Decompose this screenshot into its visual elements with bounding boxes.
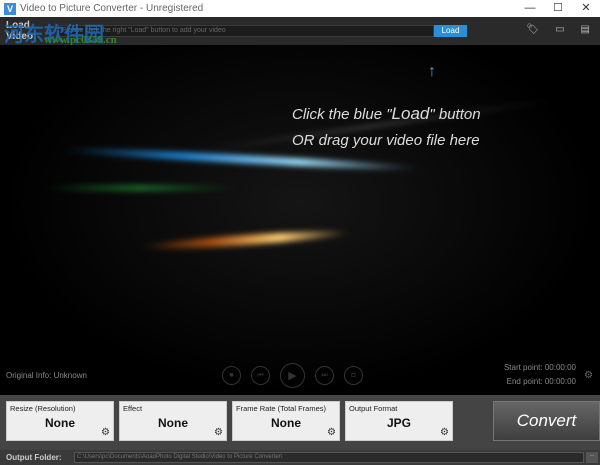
load-button[interactable]: Load [434, 25, 467, 37]
effect-setting[interactable]: Effect None ⚙ [119, 401, 227, 441]
close-button[interactable]: ✕ [572, 0, 600, 17]
next-button[interactable]: ⏭ [315, 366, 334, 385]
maximize-button[interactable]: ☐ [544, 0, 572, 17]
tag-icon[interactable]: 🏷 [526, 24, 539, 35]
snapshot-button[interactable]: ◘ [344, 366, 363, 385]
gear-icon[interactable]: ⚙ [327, 427, 336, 438]
previous-button[interactable]: ⏮ [251, 366, 270, 385]
gear-icon[interactable]: ⚙ [101, 427, 110, 438]
output-format-setting[interactable]: Output Format JPG ⚙ [345, 401, 453, 441]
stop-button[interactable]: ■ [222, 366, 241, 385]
title-bar: V Video to Picture Converter - Unregiste… [0, 0, 600, 17]
output-folder-input[interactable]: C:\Users\pc\Documents\AoaoPhoto Digital … [74, 452, 584, 463]
resize-setting[interactable]: Resize (Resolution) None ⚙ [6, 401, 114, 441]
output-folder-bar: Output Folder: C:\Users\pc\Documents\Aoa… [0, 450, 600, 465]
drop-hint: Click the blue "Load" button OR drag you… [292, 104, 481, 149]
window-title: Video to Picture Converter - Unregistere… [20, 3, 204, 14]
settings-panel: Resize (Resolution) None ⚙ Effect None ⚙… [0, 395, 600, 450]
output-folder-label: Output Folder: [6, 453, 62, 462]
convert-button[interactable]: Convert [493, 401, 600, 441]
start-point: Start point: 00:00:00 [503, 363, 576, 372]
browse-button[interactable]: ... [586, 452, 598, 463]
gear-icon[interactable]: ⚙ [584, 370, 593, 381]
original-info: Original Info: Unknown [6, 371, 87, 380]
minimize-button[interactable]: — [516, 0, 544, 17]
app-icon: V [4, 2, 16, 15]
gear-icon[interactable]: ⚙ [440, 427, 449, 438]
gear-icon[interactable]: ⚙ [214, 427, 223, 438]
end-point: End point: 00:00:00 [506, 377, 576, 386]
arrow-up-icon: ↑ [428, 63, 436, 80]
frame-rate-setting[interactable]: Frame Rate (Total Frames) None ⚙ [232, 401, 340, 441]
video-drop-area[interactable]: ↑ Click the blue "Load" button OR drag y… [0, 45, 600, 395]
comment-icon[interactable]: ▭ [555, 24, 564, 35]
document-icon[interactable]: ▤ [581, 24, 590, 35]
play-button[interactable]: ▶ [280, 363, 305, 388]
